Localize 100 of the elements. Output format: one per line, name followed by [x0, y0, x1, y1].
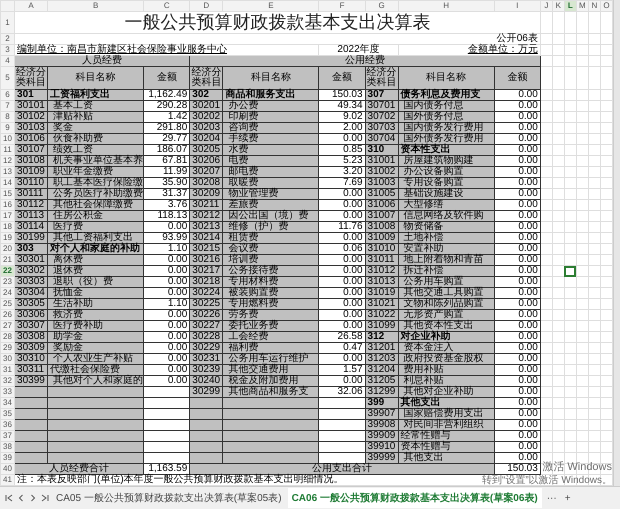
table-cell: 职工基本医疗保险缴	[48, 178, 144, 188]
row-header[interactable]: 32	[0, 376, 15, 386]
row-header[interactable]: 29	[0, 342, 15, 354]
more-tabs-button[interactable]: ···	[544, 490, 560, 506]
row-header[interactable]: 19	[0, 232, 15, 244]
row-header[interactable]: 4	[0, 56, 15, 66]
table-cell: 职业年金缴费	[48, 166, 144, 178]
row-header[interactable]: 27	[0, 320, 15, 332]
column-header[interactable]: F	[318, 0, 366, 12]
table-cell: 机关事业单位基本养	[48, 156, 144, 166]
row-header[interactable]: 31	[0, 364, 15, 376]
table-cell: 国内债务付息	[398, 100, 494, 112]
money-unit: 金额单位：万元	[468, 44, 538, 55]
row-header[interactable]: 16	[0, 200, 15, 210]
table-cell: 其他对个人和家庭的	[48, 376, 144, 386]
table-cell: 其他支出	[398, 452, 494, 464]
column-header[interactable]: N	[588, 0, 600, 12]
row-header[interactable]: 1	[0, 12, 15, 34]
row-header[interactable]: 23	[0, 276, 15, 288]
table-cell: 专用燃料费	[222, 298, 319, 310]
column-header[interactable]: D	[190, 0, 223, 12]
table-cell: 大型修缮	[398, 200, 494, 210]
row-header[interactable]: 5	[0, 66, 15, 90]
table-note: 注：本表反映部门(单位)本年度一般公共预算财政拨款基本支出明细情况。	[17, 474, 344, 485]
column-header[interactable]: E	[222, 0, 319, 12]
row-header[interactable]: 15	[0, 188, 15, 200]
sheet-tab[interactable]: CA06 一般公共预算财政拨款基本支出决算表(草案06表)	[288, 488, 542, 508]
selected-cell[interactable]	[564, 266, 576, 276]
row-header[interactable]: 2	[0, 34, 15, 44]
column-header[interactable]: A	[14, 0, 48, 12]
table-cell: 因公出国（境）费	[222, 210, 319, 222]
column-heading: 科目名称	[48, 66, 144, 90]
row-header[interactable]: 17	[0, 210, 15, 222]
row-header[interactable]: 36	[0, 420, 15, 430]
row-header[interactable]: 34	[0, 398, 15, 408]
column-heading: 科目名称	[222, 66, 319, 90]
row-header[interactable]: 24	[0, 288, 15, 298]
row-header[interactable]: 7	[0, 100, 15, 112]
row-header[interactable]: 18	[0, 222, 15, 232]
sheet-tab[interactable]: CA05 一般公共预算财政拨款支出决算表(草案05表)	[52, 488, 286, 508]
table-cell: 福利费	[222, 342, 319, 354]
column-heading: 经济分类科目	[14, 66, 48, 90]
previous-sheet-icon[interactable]	[16, 493, 26, 503]
column-header[interactable]: G	[365, 0, 398, 12]
row-header[interactable]: 30	[0, 354, 15, 364]
row-header[interactable]: 3	[0, 44, 15, 56]
table-cell: 公用支出合计	[190, 464, 494, 474]
table-cell: 退休费	[48, 266, 144, 276]
column-header[interactable]: O	[600, 0, 613, 12]
table-cell: 安置补助	[398, 244, 494, 254]
column-header[interactable]: C	[144, 0, 190, 12]
row-header[interactable]: 20	[0, 244, 15, 254]
row-header[interactable]: 13	[0, 166, 15, 178]
next-sheet-icon[interactable]	[28, 493, 38, 503]
row-header[interactable]: 37	[0, 430, 15, 442]
compiling-unit: 编制单位：南昌市新建区社会保险事业服务中心	[17, 44, 228, 55]
column-header[interactable]: I	[494, 0, 540, 12]
row-header[interactable]: 9	[0, 122, 15, 134]
table-cell: 土地补偿	[398, 232, 494, 244]
table-cell: 资本性赠与	[398, 442, 494, 452]
last-sheet-icon[interactable]	[40, 493, 50, 503]
column-header[interactable]: J	[540, 0, 552, 12]
column-header[interactable]: M	[576, 0, 588, 12]
table-cell: 对民间非营利组织	[398, 420, 494, 430]
table-cell: 国外债务发行费用	[398, 134, 494, 144]
row-header[interactable]: 25	[0, 298, 15, 310]
table-cell: 电费	[222, 156, 319, 166]
row-header[interactable]: 38	[0, 442, 15, 452]
row-header[interactable]: 33	[0, 386, 15, 398]
row-header[interactable]: 21	[0, 254, 15, 266]
add-sheet-button[interactable]: +	[562, 490, 574, 506]
vertical-scrollbar[interactable]	[613, 0, 620, 486]
table-cell: 其他交通工具购置	[398, 288, 494, 298]
row-header[interactable]: 12	[0, 156, 15, 166]
row-header[interactable]: 14	[0, 178, 15, 188]
report-title: 一般公共预算财政拨款基本支出决算表	[124, 12, 430, 32]
row-header[interactable]: 26	[0, 310, 15, 320]
row-header[interactable]: 22	[0, 266, 15, 276]
table-cell: 工资福利支出	[48, 90, 144, 100]
row-header[interactable]: 41	[0, 474, 15, 486]
row-header[interactable]: 40	[0, 464, 15, 474]
row-header[interactable]: 10	[0, 134, 15, 144]
column-header[interactable]: B	[48, 0, 144, 12]
row-header[interactable]: 11	[0, 144, 15, 156]
row-header[interactable]: 8	[0, 112, 15, 122]
row-header[interactable]: 28	[0, 332, 15, 342]
column-heading: 经济分类科目	[190, 66, 223, 90]
row-header[interactable]: 39	[0, 452, 15, 464]
column-header[interactable]: K	[552, 0, 564, 12]
column-header[interactable]: H	[398, 0, 494, 12]
row-header[interactable]: 6	[0, 90, 15, 100]
table-cell: 费用补贴	[398, 364, 494, 376]
table-cell: 其他资本性支出	[398, 320, 494, 332]
table-number: 公开06表	[496, 33, 538, 44]
first-sheet-icon[interactable]	[4, 493, 14, 503]
table-cell: 印刷费	[222, 112, 319, 122]
table-cell: 医疗费	[48, 222, 144, 232]
row-header[interactable]: 35	[0, 408, 15, 420]
column-header[interactable]: L	[564, 0, 576, 12]
column-heading: 金额	[144, 66, 190, 90]
